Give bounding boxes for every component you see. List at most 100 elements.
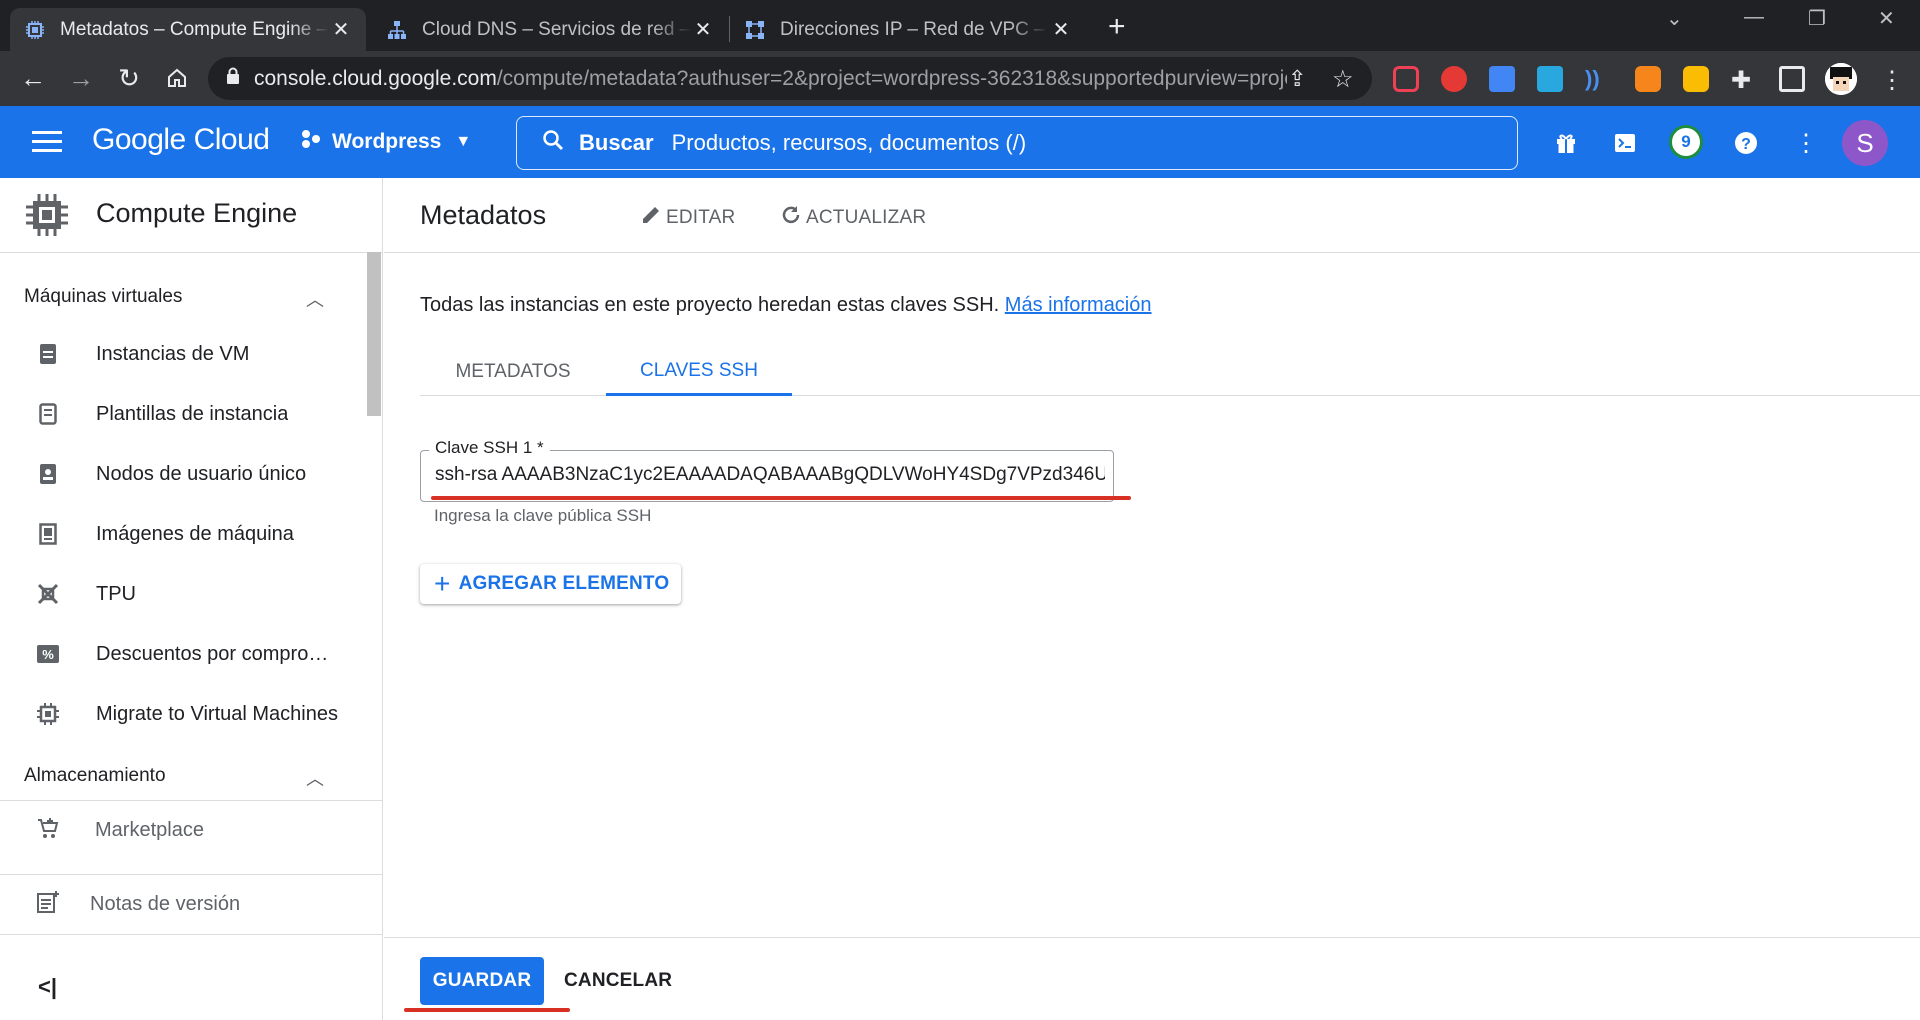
refresh-icon bbox=[780, 204, 802, 232]
tab-metadatos[interactable]: METADATOS bbox=[420, 348, 606, 396]
sidebar-item-label: Descuentos por compromiso bbox=[96, 642, 341, 665]
section-storage[interactable]: Almacenamiento bbox=[24, 765, 166, 787]
restore-window-icon[interactable]: ❐ bbox=[1808, 6, 1826, 31]
pocket-extension-icon[interactable] bbox=[1393, 66, 1419, 92]
browser-tab-cloud-dns[interactable]: Cloud DNS – Servicios de red – W ✕ bbox=[372, 8, 728, 51]
ssh-key-field[interactable]: Clave SSH 1 * ssh-rsa AAAAB3NzaC1yc2EAAA… bbox=[420, 438, 1114, 502]
home-icon[interactable] bbox=[162, 63, 192, 93]
pencil-icon bbox=[640, 204, 662, 232]
sidebar-divider bbox=[0, 252, 383, 253]
refresh-button[interactable]: ACTUALIZAR bbox=[780, 204, 926, 232]
section-virtual-machines[interactable]: Máquinas virtuales bbox=[24, 286, 182, 308]
close-window-icon[interactable]: ✕ bbox=[1878, 6, 1895, 31]
sidebar-item-instance-templates[interactable]: Plantillas de instancia bbox=[0, 391, 366, 437]
sidebar-item-machine-images[interactable]: Imágenes de máquina bbox=[0, 511, 366, 557]
adblock-extension-icon[interactable] bbox=[1441, 66, 1467, 92]
main-menu-icon[interactable] bbox=[32, 131, 62, 158]
sidebar-item-tpu[interactable]: TPU bbox=[0, 571, 366, 617]
translate-extension-icon[interactable] bbox=[1489, 66, 1515, 92]
close-tab-icon[interactable]: ✕ bbox=[1050, 17, 1072, 42]
help-icon[interactable]: ? bbox=[1731, 128, 1761, 158]
project-selector[interactable]: Wordpress ▼ bbox=[300, 128, 471, 156]
tab-claves-ssh[interactable]: CLAVES SSH bbox=[606, 348, 792, 396]
more-options-icon[interactable]: ⋮ bbox=[1791, 128, 1821, 158]
forward-arrow-icon[interactable]: → bbox=[66, 63, 96, 93]
minimize-window-icon[interactable]: — bbox=[1744, 6, 1764, 29]
audio-extension-icon[interactable]: )) bbox=[1585, 66, 1611, 92]
collapse-sidebar-icon[interactable]: <| bbox=[38, 974, 57, 1000]
screenshot-extension-icon[interactable] bbox=[1537, 66, 1563, 92]
instance-template-icon bbox=[36, 402, 60, 426]
sidebar-item-release-notes[interactable]: Notas de versión bbox=[0, 874, 383, 934]
reload-icon[interactable]: ↻ bbox=[114, 63, 144, 93]
add-item-label: AGREGAR ELEMENTO bbox=[458, 573, 670, 594]
browser-menu-icon[interactable]: ⋮ bbox=[1880, 66, 1906, 94]
tab-title: Metadatos – Compute Engine – W bbox=[60, 18, 330, 40]
tab-search-chevron-icon[interactable]: ⌄ bbox=[1666, 6, 1683, 31]
sidebar-item-label: Imágenes de máquina bbox=[96, 522, 294, 545]
chevron-down-icon: ▼ bbox=[455, 133, 472, 150]
extensions-puzzle-icon[interactable]: ✚ bbox=[1731, 66, 1757, 94]
sidebar-title: Compute Engine bbox=[96, 198, 298, 228]
sidebar-item-label: Marketplace bbox=[95, 819, 204, 841]
sidebar-item-migrate-vms[interactable]: Migrate to Virtual Machines bbox=[0, 691, 366, 737]
notifications-badge[interactable]: 9 bbox=[1669, 125, 1703, 159]
gift-icon[interactable] bbox=[1551, 128, 1581, 158]
address-bar[interactable]: console.cloud.google.com /compute/metada… bbox=[208, 57, 1372, 100]
edit-label: EDITAR bbox=[666, 207, 736, 228]
sidebar-item-sole-tenant-nodes[interactable]: Nodos de usuario único bbox=[0, 451, 366, 497]
search-label: Buscar bbox=[579, 130, 654, 155]
compute-engine-chip-icon bbox=[24, 192, 70, 238]
sidebar-item-label: Notas de versión bbox=[90, 893, 241, 915]
ssh-description: Todas las instancias en este proyecto he… bbox=[420, 294, 1152, 317]
url-host: console.cloud.google.com bbox=[254, 66, 497, 90]
sidebar-item-label: Instancias de VM bbox=[96, 342, 250, 365]
share-icon[interactable]: ⇪ bbox=[1288, 66, 1306, 92]
tpu-icon bbox=[36, 582, 60, 606]
edit-button[interactable]: EDITAR bbox=[640, 204, 735, 232]
title-divider bbox=[384, 252, 1920, 253]
close-tab-icon[interactable]: ✕ bbox=[330, 17, 352, 42]
cancel-button[interactable]: CANCELAR bbox=[564, 957, 672, 1005]
account-avatar[interactable]: S bbox=[1842, 120, 1888, 166]
page-title: Metadatos bbox=[420, 200, 547, 230]
back-arrow-icon[interactable]: ← bbox=[18, 63, 48, 93]
save-button[interactable]: GUARDAR bbox=[420, 957, 544, 1005]
chevron-up-icon[interactable]: ︿ bbox=[306, 765, 324, 791]
sole-tenant-icon bbox=[36, 462, 60, 486]
browser-tab-metadatos[interactable]: Metadatos – Compute Engine – W ✕ bbox=[10, 8, 366, 51]
network-favicon-icon bbox=[386, 19, 408, 41]
sidebar-divider bbox=[0, 934, 383, 935]
sidebar-item-label: Plantillas de instancia bbox=[96, 402, 289, 425]
new-tab-button[interactable]: + bbox=[1108, 10, 1126, 44]
google-cloud-logo[interactable]: Google Cloud bbox=[92, 123, 270, 157]
browser-tab-direcciones-ip[interactable]: Direcciones IP – Red de VPC – W ✕ bbox=[730, 8, 1086, 51]
sidebar-scrollbar[interactable] bbox=[367, 252, 381, 416]
bookmark-star-icon[interactable]: ☆ bbox=[1332, 65, 1354, 94]
browser-profile-avatar[interactable] bbox=[1825, 63, 1857, 95]
chevron-up-icon[interactable]: ︿ bbox=[306, 286, 324, 312]
close-tab-icon[interactable]: ✕ bbox=[692, 17, 714, 42]
ssh-key-value[interactable]: ssh-rsa AAAAB3NzaC1yc2EAAAADAQABAAABgQDL… bbox=[435, 464, 1105, 486]
sidebar-item-marketplace[interactable]: Marketplace bbox=[0, 800, 383, 860]
metamask-extension-icon[interactable] bbox=[1635, 66, 1661, 92]
side-panel-icon[interactable] bbox=[1779, 66, 1805, 92]
add-item-button[interactable]: + AGREGAR ELEMENTO bbox=[420, 564, 682, 604]
vm-instance-icon bbox=[36, 342, 60, 366]
sidebar-item-vm-instances[interactable]: Instancias de VM bbox=[0, 331, 366, 377]
project-name: Wordpress bbox=[332, 130, 442, 153]
blocker-extension-icon[interactable] bbox=[1683, 66, 1709, 92]
machine-image-icon bbox=[36, 522, 60, 546]
description-text: Todas las instancias en este proyecto he… bbox=[420, 294, 1000, 316]
annotation-underline bbox=[404, 1008, 570, 1012]
sidebar-header[interactable]: Compute Engine bbox=[0, 178, 383, 252]
marketplace-cart-icon bbox=[36, 816, 60, 846]
discount-icon: % bbox=[36, 642, 60, 666]
sidebar-item-committed-use-discounts[interactable]: % Descuentos por compromiso bbox=[0, 631, 366, 677]
svg-text:?: ? bbox=[1741, 136, 1751, 153]
lock-icon bbox=[226, 67, 240, 90]
more-info-link[interactable]: Más información bbox=[1005, 294, 1152, 316]
release-notes-icon bbox=[36, 890, 60, 920]
search-input[interactable]: Buscar Productos, recursos, documentos (… bbox=[516, 116, 1518, 170]
cloud-shell-icon[interactable] bbox=[1610, 128, 1640, 158]
